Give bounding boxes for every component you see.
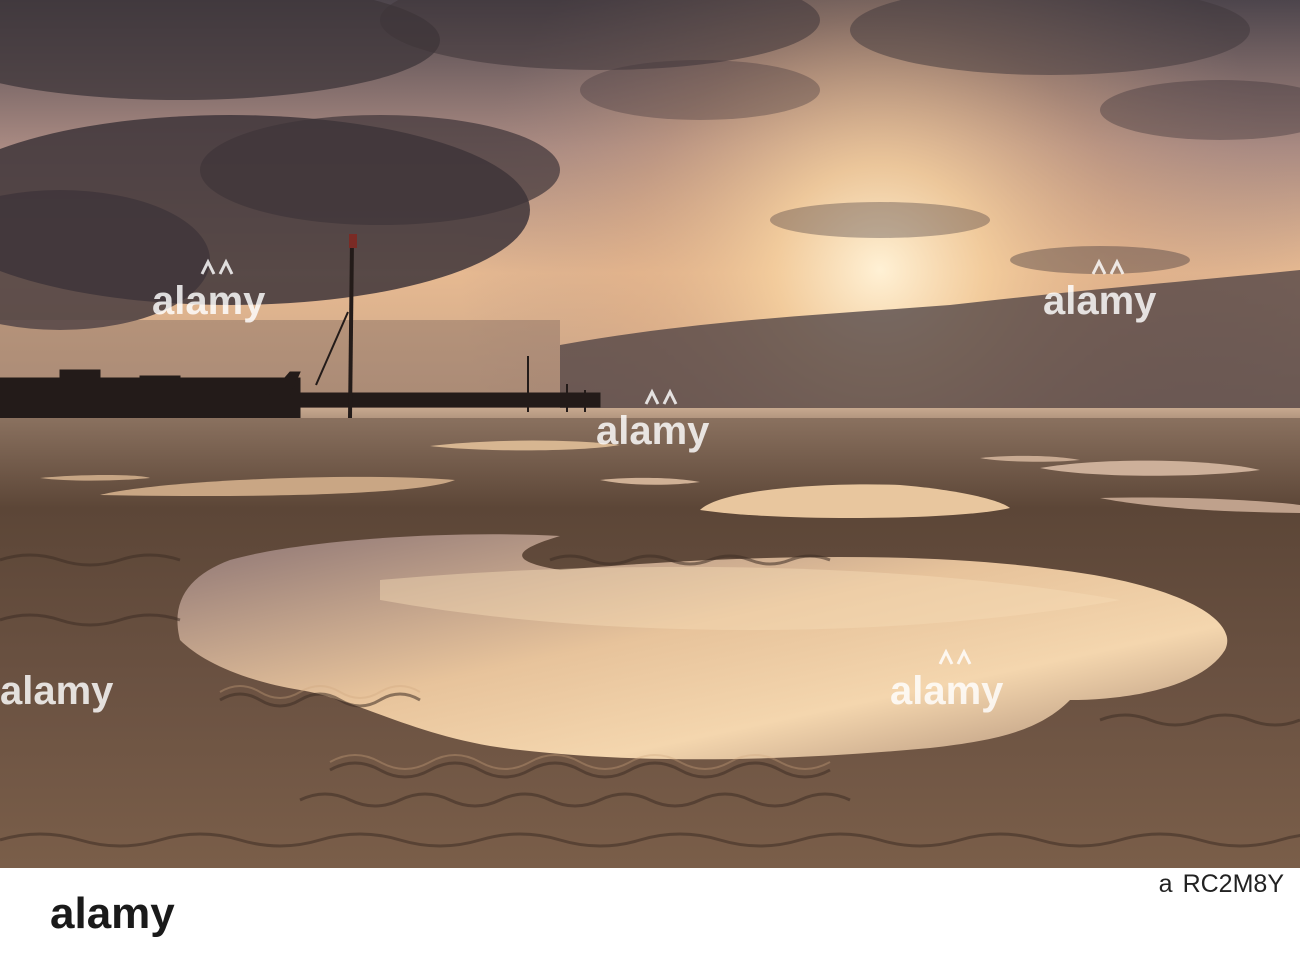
- sunset-beach-scene: alamy alamy alamy alamy alamy: [0, 0, 1300, 868]
- alamy-logo: alamy: [50, 889, 175, 938]
- image-id-value: RC2M8Y: [1182, 870, 1284, 898]
- photo: alamy alamy alamy alamy alamy: [0, 0, 1300, 868]
- watermark-text: alamy: [0, 669, 114, 713]
- image-id-label: a: [1158, 870, 1173, 898]
- image-id: a RC2M8Y: [984, 870, 1284, 954]
- logo-text: alamy: [50, 889, 175, 938]
- watermark-text: alamy: [596, 409, 710, 453]
- watermark-text: alamy: [152, 279, 266, 323]
- watermark-text: alamy: [1043, 279, 1157, 323]
- watermark-text: alamy: [890, 669, 1004, 713]
- footer-bar: alamy a RC2M8Y: [0, 868, 1300, 957]
- watermark-4: alamy: [0, 669, 114, 713]
